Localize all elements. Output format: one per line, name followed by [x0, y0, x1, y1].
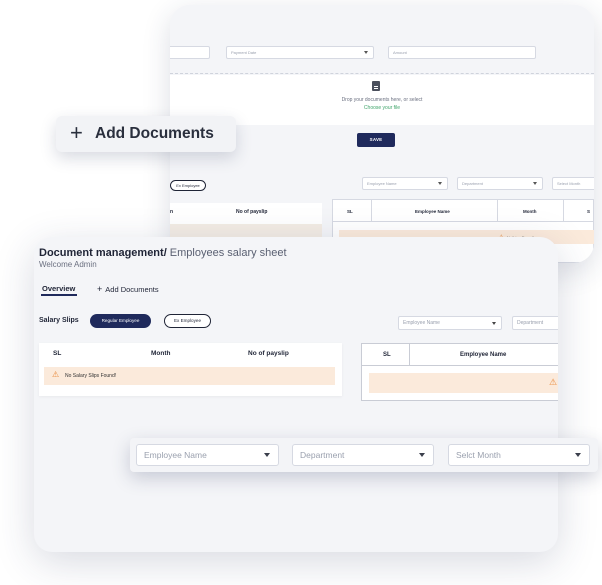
column-header: SL [347, 209, 353, 214]
payment-date-placeholder: Payment Date [231, 50, 257, 55]
column-header: No of payslip [248, 350, 289, 357]
empty-message: No Salary Slips Found! [65, 373, 117, 379]
plus-icon: + [70, 120, 83, 145]
empty-row [170, 224, 322, 238]
column-header: SL [53, 350, 62, 357]
tab-add-documents[interactable]: + Add Documents [97, 284, 159, 294]
chevron-down-icon [533, 182, 537, 185]
regular-employee-pill[interactable]: Regular Employee [90, 314, 151, 328]
dashed-divider [170, 73, 594, 74]
column-header: Employee Name [460, 352, 507, 358]
table-header: SL Month No of payslip [39, 343, 342, 363]
department-placeholder: Department [462, 181, 483, 186]
front-panel: Document management/ Employees salary sh… [34, 237, 558, 552]
department-placeholder: Department [517, 320, 544, 326]
filter-bar: Employee Name Department Selct Month [130, 438, 598, 472]
empty-row: ⚠ No Salary Slips Found! [44, 367, 335, 385]
column-divider [371, 200, 372, 222]
tab-overview[interactable]: Overview [42, 284, 75, 293]
chevron-down-icon [419, 453, 425, 457]
ex-employee-pill[interactable]: Ex Employee [170, 180, 206, 191]
table-header: n No of payslip [170, 203, 322, 221]
column-header: Month [151, 350, 171, 357]
column-divider [563, 200, 564, 222]
select-month-select[interactable]: Select Month [552, 177, 594, 190]
chevron-down-icon [575, 453, 581, 457]
choose-file-link[interactable]: Choose your file [170, 105, 594, 111]
employee-name-select[interactable]: Employee Name [362, 177, 448, 190]
department-select[interactable]: Department [457, 177, 543, 190]
warning-icon: ⚠ [52, 370, 60, 379]
employee-name-select[interactable]: Employee Name [398, 316, 502, 330]
document-icon [372, 81, 380, 91]
plus-icon: + [97, 284, 103, 294]
tab-label: Add Documents [105, 285, 159, 294]
active-tab-indicator [41, 294, 77, 296]
add-documents-button[interactable]: + Add Documents [56, 116, 236, 152]
amount-placeholder: Amount [393, 50, 407, 55]
select-month-dropdown[interactable]: Selct Month [448, 444, 590, 466]
employee-table: SL Employee Name ⚠ [361, 343, 558, 401]
ex-employee-pill[interactable]: Ex Employee [164, 314, 211, 328]
department-select[interactable]: Department [512, 316, 558, 330]
chevron-down-icon [364, 51, 368, 54]
page-title: Document management/ Employees salary sh… [39, 247, 287, 260]
table-header: SL Employee Name [362, 344, 558, 366]
chevron-down-icon [264, 453, 270, 457]
column-divider [497, 200, 498, 222]
empty-row: ⚠ [369, 373, 558, 393]
employee-name-placeholder: Employee Name [144, 450, 207, 460]
drop-instructions: Drop your documents here, or select [341, 97, 423, 103]
department-dropdown[interactable]: Department [292, 444, 434, 466]
column-header: SL [383, 352, 391, 358]
salary-slips-table: SL Month No of payslip ⚠ No Salary Slips… [39, 343, 342, 396]
column-header: Month [523, 209, 537, 214]
breadcrumb-root[interactable]: Document management/ [39, 247, 167, 259]
employee-name-placeholder: Employee Name [367, 181, 397, 186]
column-header: n [170, 209, 174, 215]
payment-date-select[interactable]: Payment Date [226, 46, 374, 59]
warning-icon: ⚠ [549, 377, 558, 387]
select-month-placeholder: Selct Month [456, 450, 501, 460]
column-header: No of payslip [236, 209, 268, 215]
column-header: Employee Name [415, 209, 450, 214]
column-header: S [587, 209, 591, 214]
form-field-partial[interactable] [170, 46, 210, 59]
chevron-down-icon [438, 182, 442, 185]
welcome-text: Welcome Admin [39, 260, 97, 269]
payment-form: Payment Date Amount [170, 5, 594, 71]
amount-field[interactable]: Amount [388, 46, 536, 59]
add-documents-label: Add Documents [95, 125, 214, 142]
employee-name-placeholder: Employee Name [403, 320, 440, 326]
department-placeholder: Department [300, 450, 345, 460]
section-title: Salary Slips [39, 317, 79, 324]
breadcrumb-current: Employees salary sheet [166, 247, 287, 259]
chevron-down-icon [492, 322, 496, 325]
select-month-placeholder: Select Month [557, 181, 581, 186]
table-header: SL Employee Name Month S [333, 200, 594, 222]
save-button[interactable]: SAVE [357, 133, 395, 147]
column-divider [409, 344, 410, 366]
employee-name-dropdown[interactable]: Employee Name [136, 444, 279, 466]
